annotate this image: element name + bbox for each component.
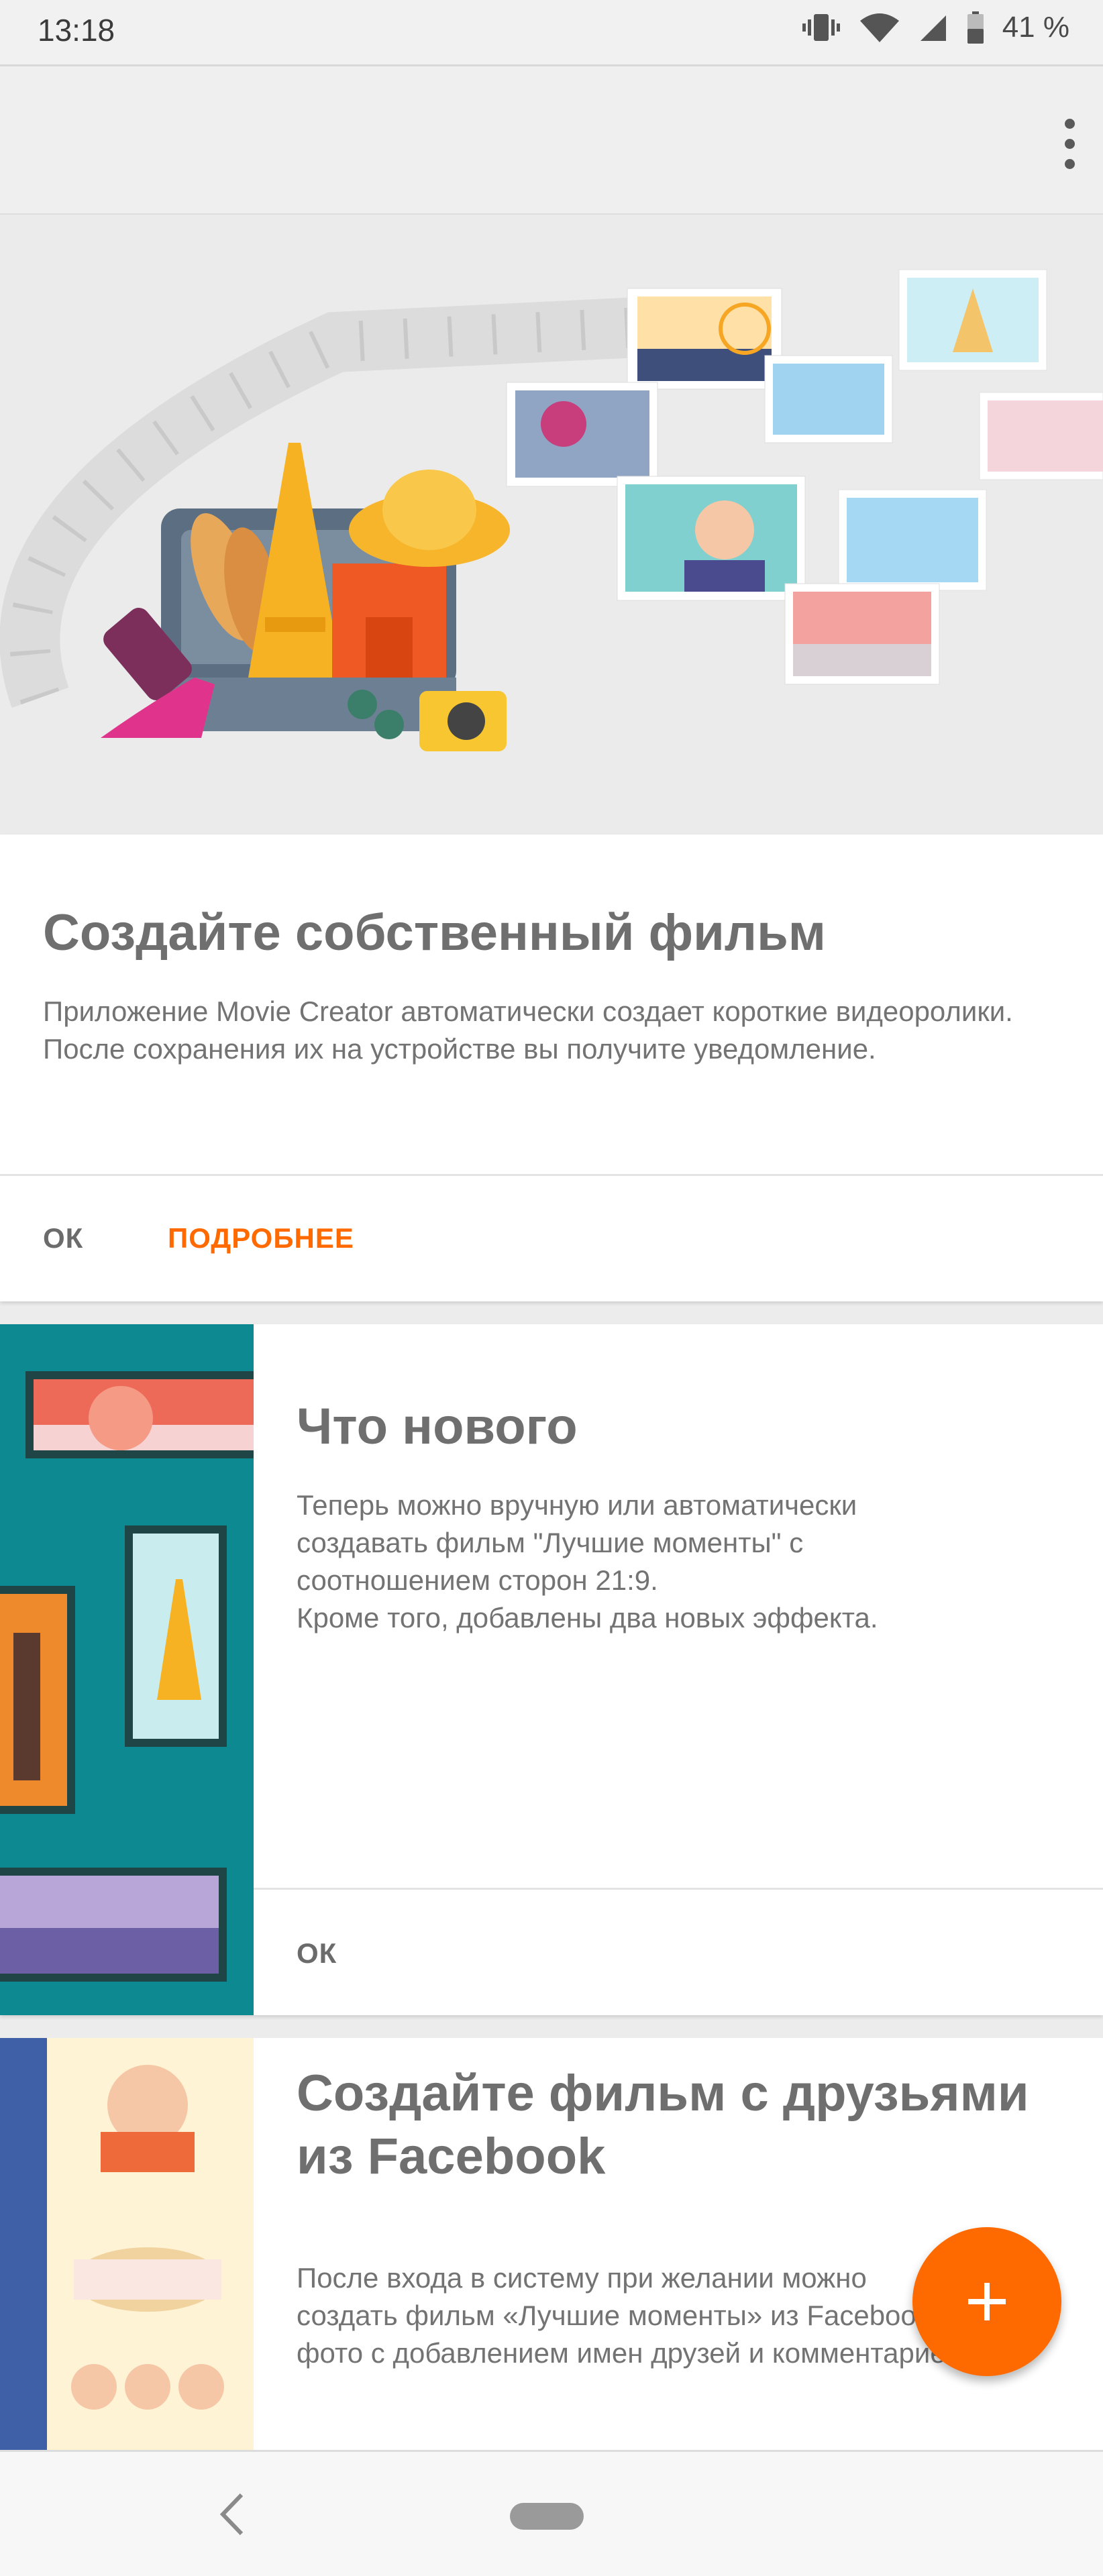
card-text-line: После входа в систему при желании можно	[297, 2262, 867, 2294]
film-suitcase-illustration	[0, 269, 1103, 751]
more-vert-icon[interactable]	[1056, 113, 1083, 174]
card-text: После входа в систему при желании можно …	[297, 2259, 969, 2372]
card-title: Создайте фильм с друзьями из Facebook	[297, 2062, 1029, 2188]
hero-illustration	[0, 213, 1103, 835]
wifi-icon	[859, 13, 899, 42]
home-pill-icon[interactable]	[510, 2503, 584, 2530]
photo-paris	[627, 288, 782, 390]
ok-button[interactable]: ОК	[297, 1937, 337, 1970]
card-text: Теперь можно вручную или автоматически с…	[297, 1487, 878, 1637]
card-divider	[0, 1174, 1103, 1176]
vibrate-icon	[802, 14, 840, 41]
ok-button[interactable]: ОК	[43, 1222, 83, 1254]
card-text-line: создать фильм «Лучшие моменты» из Facebo…	[297, 2300, 931, 2331]
back-icon[interactable]	[219, 2492, 246, 2536]
card-text-line: фото с добавлением имен друзей и коммент…	[297, 2337, 969, 2369]
plus-icon	[968, 2283, 1006, 2320]
card-text-line: создавать фильм "Лучшие моменты" с	[297, 1527, 804, 1558]
facebook-illustration	[0, 2038, 254, 2454]
card-text-line: Кроме того, добавлены два новых эффекта.	[297, 1602, 878, 1633]
card-title-line: Создайте фильм с друзьями	[297, 2065, 1029, 2122]
signal-icon	[920, 15, 946, 41]
card-text-line: соотношением сторон 21:9.	[297, 1564, 658, 1596]
status-time: 13:18	[38, 13, 115, 48]
whats-new-illustration	[0, 1324, 254, 2015]
add-fab-button[interactable]	[912, 2227, 1061, 2376]
card-text: Приложение Movie Creator автоматически с…	[43, 996, 1013, 1065]
card-create-movie: Создайте собственный фильм Приложение Mo…	[0, 835, 1103, 1301]
card-title: Создайте собственный фильм	[43, 904, 827, 961]
card-divider	[254, 1888, 1103, 1890]
card-title-line: из Facebook	[297, 2128, 606, 2185]
battery-icon	[967, 11, 984, 44]
navigation-bar	[0, 2450, 1103, 2576]
more-info-button[interactable]: ПОДРОБНЕЕ	[168, 1222, 354, 1254]
app-toolbar	[0, 64, 1103, 213]
card-whats-new: Что нового Теперь можно вручную или авто…	[0, 1324, 1103, 2015]
status-icons: 41 %	[801, 11, 1069, 44]
card-text-line: Теперь можно вручную или автоматически	[297, 1489, 857, 1521]
battery-percent: 41 %	[1002, 11, 1069, 44]
card-title: Что нового	[297, 1398, 578, 1455]
status-bar: 13:18 41 %	[0, 0, 1103, 64]
